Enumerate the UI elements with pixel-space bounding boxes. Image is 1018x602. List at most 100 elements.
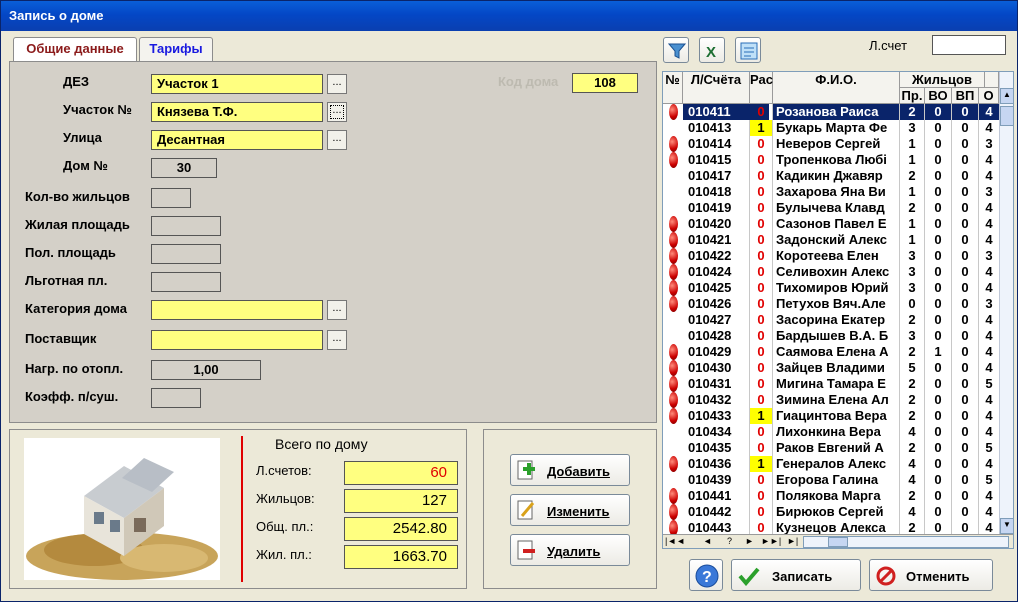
row-pr: 2 xyxy=(908,440,916,455)
row-fio: Захарова Яна Ви xyxy=(776,184,886,199)
row-fio: Бирюков Сергей xyxy=(776,504,884,519)
coef-field[interactable] xyxy=(151,388,201,408)
excel-icon: X xyxy=(706,44,716,60)
col-residents-header[interactable]: Жильцов xyxy=(900,72,985,88)
excel-export-button[interactable]: X xyxy=(699,37,725,63)
save-button[interactable]: Записать xyxy=(731,559,861,591)
residents-field[interactable] xyxy=(151,188,191,208)
col-account-header[interactable]: Л/Счёта xyxy=(683,72,750,104)
table-row[interactable]: 010439 0 Егорова Галина 4 0 0 5 xyxy=(663,472,999,488)
row-pr: 2 xyxy=(908,312,916,327)
discount-area-field[interactable] xyxy=(151,272,221,292)
nav-next-button[interactable]: ► xyxy=(745,535,754,548)
table-row[interactable]: 010420 0 Сазонов Павел Е1004 xyxy=(663,216,999,232)
nav-help-button[interactable]: ? xyxy=(727,535,732,548)
scroll-thumb[interactable] xyxy=(1000,106,1013,126)
house-number-field[interactable]: 30 xyxy=(151,158,217,178)
cancel-button[interactable]: Отменить xyxy=(869,559,993,591)
row-vp: 0 xyxy=(961,296,969,311)
tab-general[interactable]: Общие данные xyxy=(13,37,137,62)
row-o: 4 xyxy=(985,520,993,534)
table-row[interactable]: 010435 0 Раков Евгений А2005 xyxy=(663,440,999,456)
filter-icon xyxy=(668,43,686,59)
table-row[interactable]: 010430 0 Зайцев Владими 5 0 0 4 xyxy=(663,360,999,376)
status-dot-icon xyxy=(669,392,678,408)
nav-prev-button[interactable]: ◄ xyxy=(703,535,712,548)
supplier-select-button[interactable]: ... xyxy=(327,330,347,350)
add-button[interactable]: Добавить xyxy=(510,454,630,486)
scroll-down-button[interactable]: ▼ xyxy=(1000,518,1013,534)
nav-end-button[interactable]: ►| xyxy=(787,535,798,548)
total-area-field[interactable] xyxy=(151,244,221,264)
uchastok-field[interactable]: Князева Т.Ф. xyxy=(151,102,323,122)
col-vp-header[interactable]: ВП xyxy=(952,88,979,104)
report-button[interactable] xyxy=(735,37,761,63)
table-row[interactable]: 010431 0 Мигина Тамара Е2005 xyxy=(663,376,999,392)
table-row[interactable]: 010433 1 Гиацинтова Вера 2 0 0 4 xyxy=(663,408,999,424)
table-row[interactable]: 010441 0 Полякова Марга 2 0 0 4 xyxy=(663,488,999,504)
row-pr: 1 xyxy=(908,216,916,231)
actions-panel: Добавить Изменить Удалить xyxy=(483,429,657,589)
heating-field[interactable]: 1,00 xyxy=(151,360,261,380)
table-row[interactable]: 010428 0 Бардышев В.А. Б3004 xyxy=(663,328,999,344)
table-row[interactable]: 010442 0 Бирюков Сергей 4 0 0 4 xyxy=(663,504,999,520)
table-row[interactable]: 010413 1 Букарь Марта Фе 3 0 0 4 xyxy=(663,120,999,136)
table-row[interactable]: 010421 0 Задонский Алекс 1 0 0 4 xyxy=(663,232,999,248)
col-fio-header[interactable]: Ф.И.О. xyxy=(773,72,900,104)
col-ras-header[interactable]: Рас xyxy=(750,72,773,104)
category-field[interactable] xyxy=(151,300,323,320)
table-row[interactable]: 010414 0 Неверов Сергей 1 0 0 3 xyxy=(663,136,999,152)
category-select-button[interactable]: ... xyxy=(327,300,347,320)
horizontal-scrollbar[interactable] xyxy=(803,536,1009,548)
table-row[interactable]: 010429 0 Саямова Елена А2104 xyxy=(663,344,999,360)
table-row[interactable]: 010422 0 Коротеева Елен 3 0 0 3 xyxy=(663,248,999,264)
col-vo-header[interactable]: ВО xyxy=(925,88,952,104)
filter-button[interactable] xyxy=(663,37,689,63)
window-title: Запись о доме xyxy=(1,1,1017,31)
row-vo: 0 xyxy=(934,424,942,439)
table-row[interactable]: 010411 0 Розанова Раиса 2 0 0 4 xyxy=(663,104,999,120)
status-dot-icon xyxy=(669,280,678,296)
tab-tariffs[interactable]: Тарифы xyxy=(139,37,213,61)
street-select-button[interactable]: ... xyxy=(327,130,347,150)
table-row[interactable]: 010419 0 Булычева Клавд 2 0 0 4 xyxy=(663,200,999,216)
table-row[interactable]: 010424 0 Селивохин Алекс 3 0 0 4 xyxy=(663,264,999,280)
vertical-scrollbar[interactable]: ▲ ▼ xyxy=(999,72,1013,534)
table-row[interactable]: 010427 0 Засорина Екатер 2 0 0 4 xyxy=(663,312,999,328)
table-row[interactable]: 010436 1 Генералов Алекс 4 0 0 4 xyxy=(663,456,999,472)
scroll-up-button[interactable]: ▲ xyxy=(1000,88,1013,104)
account-search-input[interactable] xyxy=(932,35,1006,55)
street-field[interactable]: Десантная xyxy=(151,130,323,150)
table-row[interactable]: 010418 0 Захарова Яна Ви 1 0 0 3 xyxy=(663,184,999,200)
add-icon xyxy=(517,460,535,480)
accounts-table[interactable]: № Л/Счёта Рас Ф.И.О. Жильцов Пр. ВО ВП О… xyxy=(662,71,1014,549)
row-vp: 0 xyxy=(952,104,978,120)
table-row[interactable]: 010426 0 Петухов Вяч.Але 0 0 0 3 xyxy=(663,296,999,312)
help-button[interactable]: ? xyxy=(689,559,723,591)
row-vo: 0 xyxy=(934,232,942,247)
table-row[interactable]: 010417 0 Кадикин Джавяр 2 0 0 4 xyxy=(663,168,999,184)
col-pr-header[interactable]: Пр. xyxy=(900,88,925,104)
col-num-header[interactable]: № xyxy=(663,72,683,104)
dez-field[interactable]: Участок 1 xyxy=(151,74,323,94)
nav-first-button[interactable]: |◄◄ xyxy=(665,535,685,548)
row-fio: Зимина Елена Ал xyxy=(776,392,889,407)
nav-last-button[interactable]: ►►| xyxy=(761,535,781,548)
delete-button[interactable]: Удалить xyxy=(510,534,630,566)
table-row[interactable]: 010432 0 Зимина Елена Ал 2 0 0 4 xyxy=(663,392,999,408)
table-row[interactable]: 010425 0 Тихомиров Юрий 3 0 0 4 xyxy=(663,280,999,296)
living-area-field[interactable] xyxy=(151,216,221,236)
dez-select-button[interactable]: ... xyxy=(327,74,347,94)
house-code-field[interactable]: 108 xyxy=(572,73,638,93)
supplier-field[interactable] xyxy=(151,330,323,350)
horizontal-scroll-thumb[interactable] xyxy=(828,537,848,547)
uchastok-select-button[interactable]: ... xyxy=(327,102,347,122)
table-row[interactable]: 010415 0 Тропенкова Любі 1 0 0 4 xyxy=(663,152,999,168)
row-o: 3 xyxy=(985,248,993,263)
record-window: Запись о доме Общие данные Тарифы ДЕЗ Уч… xyxy=(0,0,1018,602)
row-fio: Кузнецов Алекса xyxy=(776,520,886,534)
table-row[interactable]: 010434 0 Лихонкина Вера 4 0 0 4 xyxy=(663,424,999,440)
edit-button[interactable]: Изменить xyxy=(510,494,630,526)
table-row[interactable]: 010443 0 Кузнецов Алекса 2 0 0 4 xyxy=(663,520,999,534)
col-o-header[interactable]: О xyxy=(979,88,999,104)
